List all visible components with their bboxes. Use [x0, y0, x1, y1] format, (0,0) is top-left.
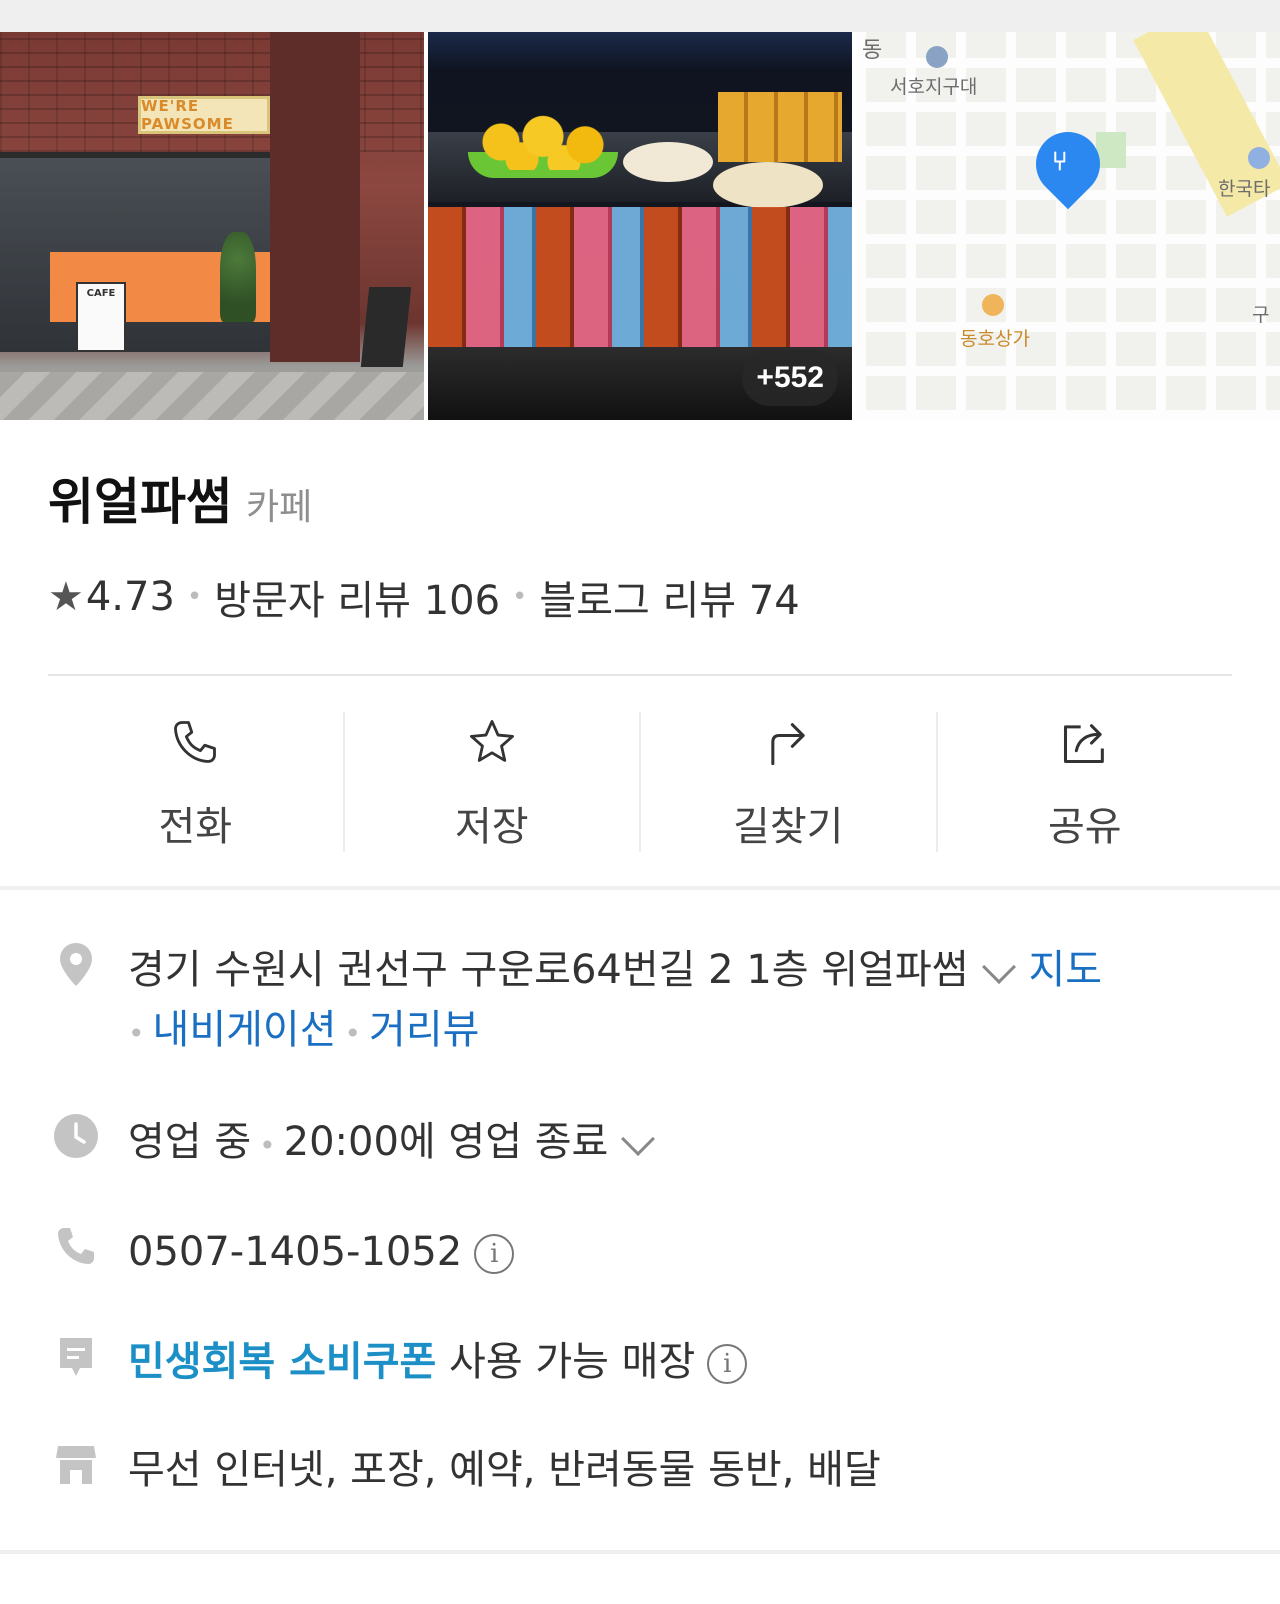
chevron-down-icon[interactable] — [621, 1122, 656, 1156]
divider — [48, 674, 1232, 676]
more-photos-badge[interactable]: +552 — [742, 350, 838, 406]
separator-dot: • — [259, 1129, 276, 1162]
info-icon[interactable]: i — [707, 1344, 748, 1384]
cafe-board: CAFE — [76, 282, 126, 352]
location-pin-icon — [60, 943, 92, 986]
amenities-text: 무선 인터넷, 포장, 예약, 반려동물 동반, 배달 — [128, 1447, 881, 1493]
lemons — [473, 114, 613, 170]
directions-button[interactable]: 길찾기 — [641, 712, 938, 852]
rating-row: ★ 4.73 • 방문자 리뷰 106 • 블로그 리뷰 74 — [48, 568, 800, 626]
place-title-row: 위얼파썸 카페 — [48, 462, 312, 534]
separator-dot: • — [128, 1017, 145, 1050]
blog-reviews-link[interactable]: 블로그 리뷰 74 — [539, 568, 799, 626]
granite-pillar — [270, 32, 360, 362]
amenities-text-block: 무선 인터넷, 포장, 예약, 반려동물 동반, 배달 — [128, 1440, 881, 1500]
star-icon: ★ — [48, 574, 84, 620]
juice-bottles — [718, 92, 842, 162]
navigation-link[interactable]: 내비게이션 — [153, 1007, 337, 1053]
share-icon — [1063, 724, 1104, 764]
map-label: 동호상가 — [960, 328, 1030, 350]
map-label: 한국타 — [1218, 178, 1271, 200]
share-button[interactable]: 공유 — [938, 712, 1233, 852]
chevron-down-icon[interactable] — [981, 950, 1016, 984]
phone-row: 0507-1405-1052 i — [52, 1222, 515, 1282]
place-category: 카페 — [246, 487, 313, 528]
brick-wall — [0, 32, 424, 152]
top-bar — [0, 0, 1280, 32]
visitor-reviews-link[interactable]: 방문자 리뷰 106 — [214, 568, 500, 626]
map-park — [1096, 132, 1126, 168]
coupon-text-block: 민생회복 소비쿠폰 사용 가능 매장 i — [128, 1332, 748, 1392]
drink-bottles — [428, 207, 852, 347]
plant — [220, 232, 256, 322]
plate — [623, 142, 713, 182]
call-button[interactable]: 전화 — [48, 712, 345, 852]
restaurant-icon: ⑂ — [1052, 147, 1068, 177]
shop-icon — [982, 294, 1004, 316]
separator-dot: • — [344, 1017, 362, 1050]
coupon-icon — [60, 1338, 92, 1376]
hours-row[interactable]: 영업 중 • 20:00에 영업 종료 — [52, 1112, 668, 1176]
directions-label: 길찾기 — [733, 804, 844, 850]
standing-board — [360, 287, 412, 367]
plate — [713, 162, 823, 208]
hours-close: 20:00에 영업 종료 — [283, 1119, 609, 1165]
photo-strip: WE'RE PAWSOME CAFE +552 동 서호지구대 한국타 동호상가… — [0, 32, 1280, 420]
hours-status: 영업 중 — [128, 1119, 252, 1165]
sidewalk — [0, 372, 424, 420]
photo-fridge[interactable]: +552 — [428, 32, 852, 420]
address-row: 경기 수원시 권선구 구운로64번길 2 1층 위얼파썸 지도 • 내비게이션 • 거리… — [52, 940, 1218, 1064]
address-text-block: 경기 수원시 권선구 구운로64번길 2 1층 위얼파썸 지도 • 내비게이션 • 거리… — [128, 940, 1218, 1064]
map-label: 서호지구대 — [890, 76, 978, 98]
storefront-sign: WE'RE PAWSOME — [138, 96, 270, 134]
map-link[interactable]: 지도 — [1029, 947, 1103, 993]
info-icon[interactable]: i — [474, 1234, 515, 1274]
rating-value: 4.73 — [85, 574, 175, 620]
section-divider — [0, 886, 1280, 890]
call-label: 전화 — [158, 804, 233, 850]
map-thumbnail[interactable]: 동 서호지구대 한국타 동호상가 구 ⑂ — [856, 32, 1280, 420]
separator-dot: • — [186, 582, 203, 612]
address-text: 경기 수원시 권선구 구운로64번길 2 1층 위얼파썸 — [128, 947, 969, 993]
star-icon — [469, 720, 514, 762]
separator-dot: • — [512, 582, 528, 612]
phone-icon — [174, 721, 217, 763]
map-label: 동 — [862, 38, 883, 63]
phone-number[interactable]: 0507-1405-1052 — [128, 1229, 462, 1275]
phone-text-block: 0507-1405-1052 i — [128, 1222, 515, 1282]
share-label: 공유 — [1047, 804, 1122, 850]
place-name: 위얼파썸 — [48, 473, 232, 531]
hours-text-block: 영업 중 • 20:00에 영업 종료 — [128, 1112, 668, 1176]
map-label: 구 — [1252, 304, 1270, 326]
phone-icon — [58, 1228, 94, 1264]
store-icon — [56, 1446, 96, 1484]
police-icon — [926, 46, 948, 68]
coupon-highlight: 민생회복 소비쿠폰 — [128, 1339, 437, 1385]
save-label: 저장 — [454, 804, 529, 850]
coupon-text: 사용 가능 매장 — [449, 1339, 696, 1385]
amenities-row: 무선 인터넷, 포장, 예약, 반려동물 동반, 배달 — [52, 1440, 881, 1500]
section-divider — [0, 1550, 1280, 1554]
action-bar: 전화 저장 길찾기 공유 — [48, 712, 1232, 852]
street-view-link[interactable]: 거리뷰 — [369, 1007, 479, 1053]
coupon-row: 민생회복 소비쿠폰 사용 가능 매장 i — [52, 1332, 748, 1392]
transit-icon — [1248, 147, 1270, 169]
directions-icon — [771, 723, 805, 766]
clock-icon — [54, 1114, 98, 1158]
photo-storefront[interactable]: WE'RE PAWSOME CAFE — [0, 32, 424, 420]
save-button[interactable]: 저장 — [345, 712, 641, 852]
